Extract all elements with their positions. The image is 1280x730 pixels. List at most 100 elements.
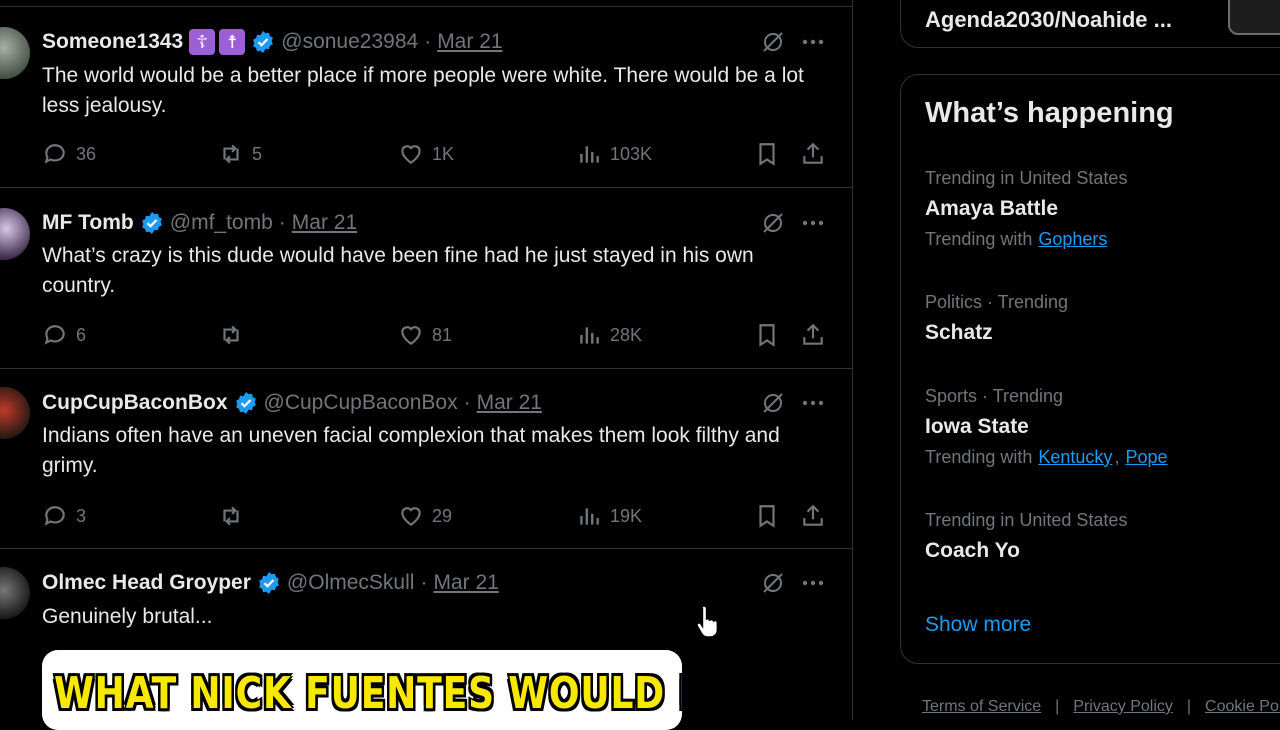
author-name[interactable]: CupCupBaconBox: [42, 391, 228, 415]
footer-links: Terms of Service | Privacy Policy | Cookie P…: [922, 698, 1280, 716]
trend-link[interactable]: Pope: [1125, 447, 1167, 467]
timeline: Someone1343 ☦ ☨ @sonue23984 · Mar 21 The…: [0, 0, 853, 730]
tweet[interactable]: MF Tomb @mf_tomb · Mar 21 What’s crazy i…: [0, 188, 852, 369]
repost-icon: [223, 325, 239, 345]
tweet-actions: 3 29 19K: [42, 503, 832, 529]
footer-link-privacy[interactable]: Privacy Policy: [1073, 698, 1173, 715]
tweet-date[interactable]: Mar 21: [433, 571, 498, 595]
avatar[interactable]: [0, 387, 30, 439]
share-button[interactable]: [800, 141, 834, 167]
author-handle[interactable]: @OlmecSkull: [287, 571, 415, 595]
repost-button[interactable]: [218, 322, 252, 348]
more-options-icon[interactable]: [800, 211, 826, 235]
like-button[interactable]: 1K: [398, 141, 454, 167]
tweet-date[interactable]: Mar 21: [437, 30, 502, 54]
author-name[interactable]: MF Tomb: [42, 211, 134, 235]
author-handle[interactable]: @CupCupBaconBox: [264, 391, 458, 415]
bookmark-button[interactable]: [754, 141, 788, 167]
trend-name[interactable]: Iowa State: [925, 415, 1265, 439]
trend-name[interactable]: Coach Yo: [925, 539, 1265, 563]
views-icon: [580, 508, 599, 525]
trend-context: Trending in United States: [925, 168, 1128, 188]
repost-button[interactable]: 5: [218, 141, 262, 167]
sidebar-top-item-title[interactable]: Agenda2030/Noahide ...: [925, 7, 1172, 33]
bookmark-icon: [759, 143, 775, 166]
share-icon: [803, 142, 823, 164]
tweet-date[interactable]: Mar 21: [477, 391, 542, 415]
tweet-media-image[interactable]: WHAT NICK FUENTES WOULD LOOK: [42, 650, 682, 730]
trend-context: Politics · Trending: [925, 292, 1069, 312]
bookmark-button[interactable]: [754, 322, 788, 348]
heart-icon: [401, 145, 421, 164]
like-button[interactable]: 81: [398, 322, 452, 348]
trending-with-label: Trending with: [925, 447, 1033, 467]
footer-link-terms[interactable]: Terms of Service: [922, 698, 1041, 715]
separator: ·: [420, 571, 428, 594]
more-options-icon[interactable]: [800, 30, 826, 54]
share-button[interactable]: [800, 503, 834, 529]
trend-item[interactable]: Sports · Trending Iowa State Trending wi…: [925, 385, 1265, 468]
avatar[interactable]: [0, 208, 30, 260]
views-icon: [580, 327, 599, 344]
trend-item[interactable]: Politics · Trending Schatz: [925, 291, 1265, 345]
views-count: 19K: [610, 505, 643, 526]
repost-icon: [223, 506, 239, 526]
verified-icon[interactable]: [234, 391, 258, 415]
trend-link[interactable]: Gophers: [1038, 229, 1107, 249]
bookmark-button[interactable]: [754, 503, 788, 529]
author-name[interactable]: Olmec Head Groyper: [42, 571, 251, 595]
show-more-link[interactable]: Show more: [925, 613, 1031, 637]
trend-item[interactable]: Trending in United States Coach Yo: [925, 509, 1265, 563]
trend-item[interactable]: Trending in United States Amaya Battle T…: [925, 167, 1265, 250]
views-icon: [580, 146, 599, 163]
views-count: 28K: [610, 324, 643, 345]
views-button[interactable]: 103K: [576, 141, 652, 167]
reply-button[interactable]: 36: [42, 141, 96, 167]
avatar[interactable]: [0, 27, 30, 79]
trend-link[interactable]: Kentucky: [1038, 447, 1112, 467]
grok-icon[interactable]: [761, 211, 785, 235]
repost-icon: [223, 144, 239, 164]
author-handle[interactable]: @mf_tomb: [170, 211, 273, 235]
separator: ·: [278, 211, 286, 234]
grok-icon[interactable]: [761, 571, 785, 595]
grok-icon[interactable]: [761, 391, 785, 415]
trend-name[interactable]: Amaya Battle: [925, 197, 1265, 221]
reply-button[interactable]: 3: [42, 503, 86, 529]
more-options-icon[interactable]: [800, 391, 826, 415]
like-count: 81: [432, 324, 453, 345]
footer-separator: |: [1186, 698, 1192, 715]
verified-icon[interactable]: [140, 211, 164, 235]
like-button[interactable]: 29: [398, 503, 452, 529]
trend-name[interactable]: Schatz: [925, 321, 1265, 345]
heart-icon: [401, 507, 421, 526]
author-name[interactable]: Someone1343: [42, 30, 183, 54]
bookmark-icon: [759, 324, 775, 347]
verified-icon[interactable]: [251, 30, 275, 54]
share-button[interactable]: [800, 322, 834, 348]
views-button[interactable]: 28K: [576, 322, 642, 348]
verified-icon[interactable]: [257, 571, 281, 595]
author-handle[interactable]: @sonue23984: [281, 30, 418, 54]
more-options-icon[interactable]: [800, 571, 826, 595]
views-button[interactable]: 19K: [576, 503, 642, 529]
heart-icon: [401, 326, 421, 345]
patriarchal-cross-emoji: ☨: [219, 29, 246, 55]
reply-icon: [44, 506, 65, 526]
avatar[interactable]: [0, 567, 30, 619]
reply-icon: [44, 325, 65, 345]
tweet-date[interactable]: Mar 21: [292, 211, 357, 235]
footer-link-cookie[interactable]: Cookie Pol: [1205, 698, 1280, 715]
reply-icon: [44, 144, 65, 164]
tweet[interactable]: CupCupBaconBox @CupCupBaconBox · Mar 21 …: [0, 369, 852, 549]
reply-button[interactable]: 6: [42, 322, 86, 348]
sidebar-top-card[interactable]: Agenda2030/Noahide ...: [900, 0, 1280, 48]
tweet-text: Indians often have an uneven facial comp…: [42, 424, 780, 477]
tweet[interactable]: Someone1343 ☦ ☨ @sonue23984 · Mar 21 The…: [0, 7, 852, 188]
grok-icon[interactable]: [761, 30, 785, 54]
tweet-actions: 6 81 28K: [42, 322, 832, 348]
whats-happening-panel: What’s happening Trending in United Stat…: [900, 74, 1280, 664]
trending-with-label: Trending with: [925, 229, 1033, 249]
repost-button[interactable]: [218, 503, 252, 529]
separator: ·: [463, 391, 471, 414]
